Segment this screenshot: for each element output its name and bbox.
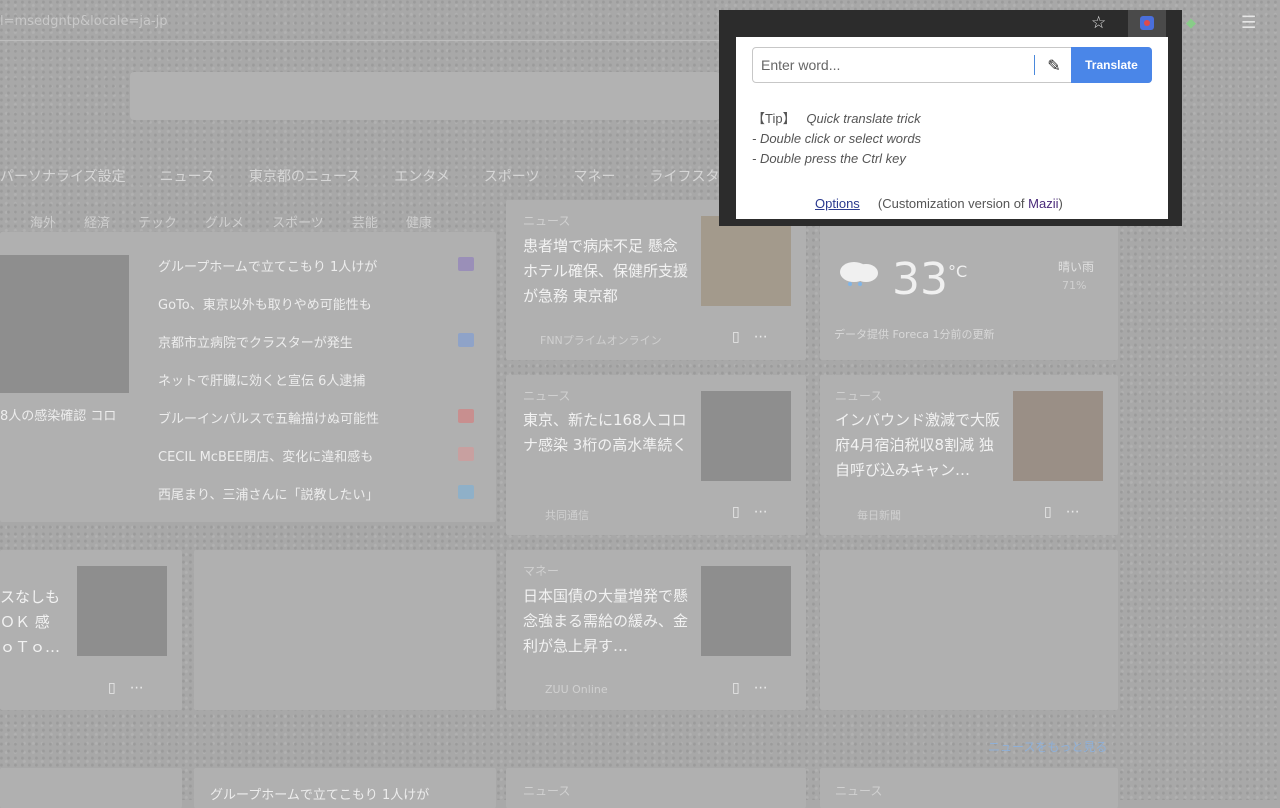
extension-icon[interactable]: ◆ [1186,16,1196,31]
subnav-tech[interactable]: テック [138,212,177,231]
card-title[interactable]: 日本国債の大量増発で懸念強まる需給の緩み、金利が急上昇す… [523,584,693,659]
headline-7[interactable]: 西尾まり、三浦さんに「説教したい」 [158,484,378,503]
headline-5[interactable]: ブルーインパルスで五輪描けぬ可能性 [158,408,379,427]
tip-title: Quick translate trick [806,111,921,126]
headline-1[interactable]: グループホームで立てこもり 1人けが [158,256,377,275]
nav-entertainment[interactable]: エンタメ [394,166,450,186]
hero-image[interactable] [0,255,129,393]
weather-humidity: 71% [1062,279,1087,292]
card-title-line[interactable]: スなしも [0,585,70,610]
card-category: マネー [523,564,560,578]
subnav-world[interactable]: 海外 [30,212,56,231]
subnav-health[interactable]: 健康 [406,212,432,231]
card-image [701,391,791,481]
subnav-sports[interactable]: スポーツ [272,212,324,231]
nav-tokyo-news[interactable]: 東京都のニュース [249,166,360,186]
card-actions[interactable]: ▯⋯ [732,680,782,696]
card-title[interactable]: 東京、新たに168人コロナ感染 3桁の高水準続く [523,408,693,458]
word-input-group: ✎ Translate [752,47,1152,83]
headline-4[interactable]: ネットで肝臓に効くと宣伝 6人逮捕 [158,370,365,389]
nav-money[interactable]: マネー [574,166,616,186]
weather-updated: データ提供 Foreca 1分前の更新 [834,328,995,341]
toolbar-divider [0,40,720,41]
source-icon [458,333,474,347]
subnav-entertainment[interactable]: 芸能 [352,212,378,231]
footer-suffix: ) [1058,196,1063,211]
tip-text: 【Tip】 Quick translate trick - Double cli… [752,109,921,169]
card-category: ニュース [523,389,571,403]
subnav-economy[interactable]: 経済 [84,212,110,231]
card-title-line[interactable]: ｏＴｏ… [0,635,70,660]
card-title-line[interactable]: ＯＫ 感 [0,610,70,635]
card-title[interactable]: 患者増で病床不足 懸念 ホテル確保、保健所支援が急務 東京都 [523,234,693,309]
headline-3[interactable]: 京都市立病院でクラスターが発生 [158,332,353,351]
nav-personalize[interactable]: パーソナライズ設定 [0,166,126,186]
source-icon [458,409,474,423]
bottom-headline[interactable]: グループホームで立てこもり 1人けが [210,784,429,803]
card-source: 毎日新聞 [857,509,901,522]
card-actions[interactable]: ▯⋯ [108,680,158,696]
weather-temperature: 33 [892,254,948,305]
card-source: ZUU Online [545,683,608,696]
headline-6[interactable]: CECIL McBEE閉店、変化に違和感も [158,446,373,465]
card-source: FNNプライムオンライン [540,334,662,347]
card-category: ニュース [523,784,571,798]
card-image [701,566,791,656]
source-icon [458,257,474,271]
news-nav: パーソナライズ設定 ニュース 東京都のニュース エンタメ スポーツ マネー ライ… [0,166,768,186]
nav-sports[interactable]: スポーツ [484,166,540,186]
tip-line-2: - Double press the Ctrl key [752,151,906,166]
card-source: 共同通信 [545,509,589,522]
weather-condition: 晴い雨 [1058,260,1095,274]
star-icon[interactable]: ☆ [1091,13,1106,33]
translate-button[interactable]: Translate [1071,47,1152,83]
card-actions[interactable]: ▯⋯ [1044,504,1094,520]
cloud-rain-icon [840,262,878,286]
source-icon [458,447,474,461]
pencil-icon[interactable]: ✎ [1039,50,1069,80]
empty-card [820,550,1118,710]
source-icon [458,485,474,499]
subnav-gourmet[interactable]: グルメ [205,212,244,231]
options-link[interactable]: Options [815,196,860,211]
nav-news[interactable]: ニュース [160,166,215,186]
card-actions[interactable]: ▯⋯ [732,329,782,345]
news-subnav: 海外 経済 テック グルメ スポーツ 芸能 健康 [30,212,460,231]
popup-footer: Options (Customization version of Mazii) [815,196,1063,211]
headline-2[interactable]: GoTo、東京以外も取りやめ可能性も [158,294,372,313]
input-divider [1034,55,1035,75]
weather-unit[interactable]: °C [948,262,967,281]
web-search-box[interactable] [130,72,720,120]
card-category: ニュース [523,214,571,228]
brand-link[interactable]: Mazii [1028,196,1058,211]
empty-card [194,550,496,710]
footer-prefix: (Customization version of [877,196,1029,211]
tip-label: 【Tip】 [752,111,796,126]
card-image [77,566,167,656]
card-image [701,216,791,306]
card-category: ニュース [835,389,883,403]
hero-caption[interactable]: 8人の感染確認 コロ [0,405,116,424]
favorites-icon[interactable]: ☰ [1241,13,1256,33]
card-actions[interactable]: ▯⋯ [732,504,782,520]
more-news-link[interactable]: ニュースをもっと見る [988,738,1107,755]
card-category: ニュース [835,784,883,798]
word-input[interactable] [761,56,1029,74]
card-title[interactable]: インバウンド激減で大阪府4月宿泊税収8割減 独自呼び込みキャン… [835,408,1005,483]
address-bar-url[interactable]: l=msedgntp&locale=ja-jp [0,14,167,29]
news-card[interactable] [0,768,182,808]
tip-line-1: - Double click or select words [752,131,922,146]
translator-extension-icon[interactable] [1128,10,1166,38]
card-image [1013,391,1103,481]
translate-popup: ✎ Translate 【Tip】 Quick translate trick … [736,37,1168,219]
